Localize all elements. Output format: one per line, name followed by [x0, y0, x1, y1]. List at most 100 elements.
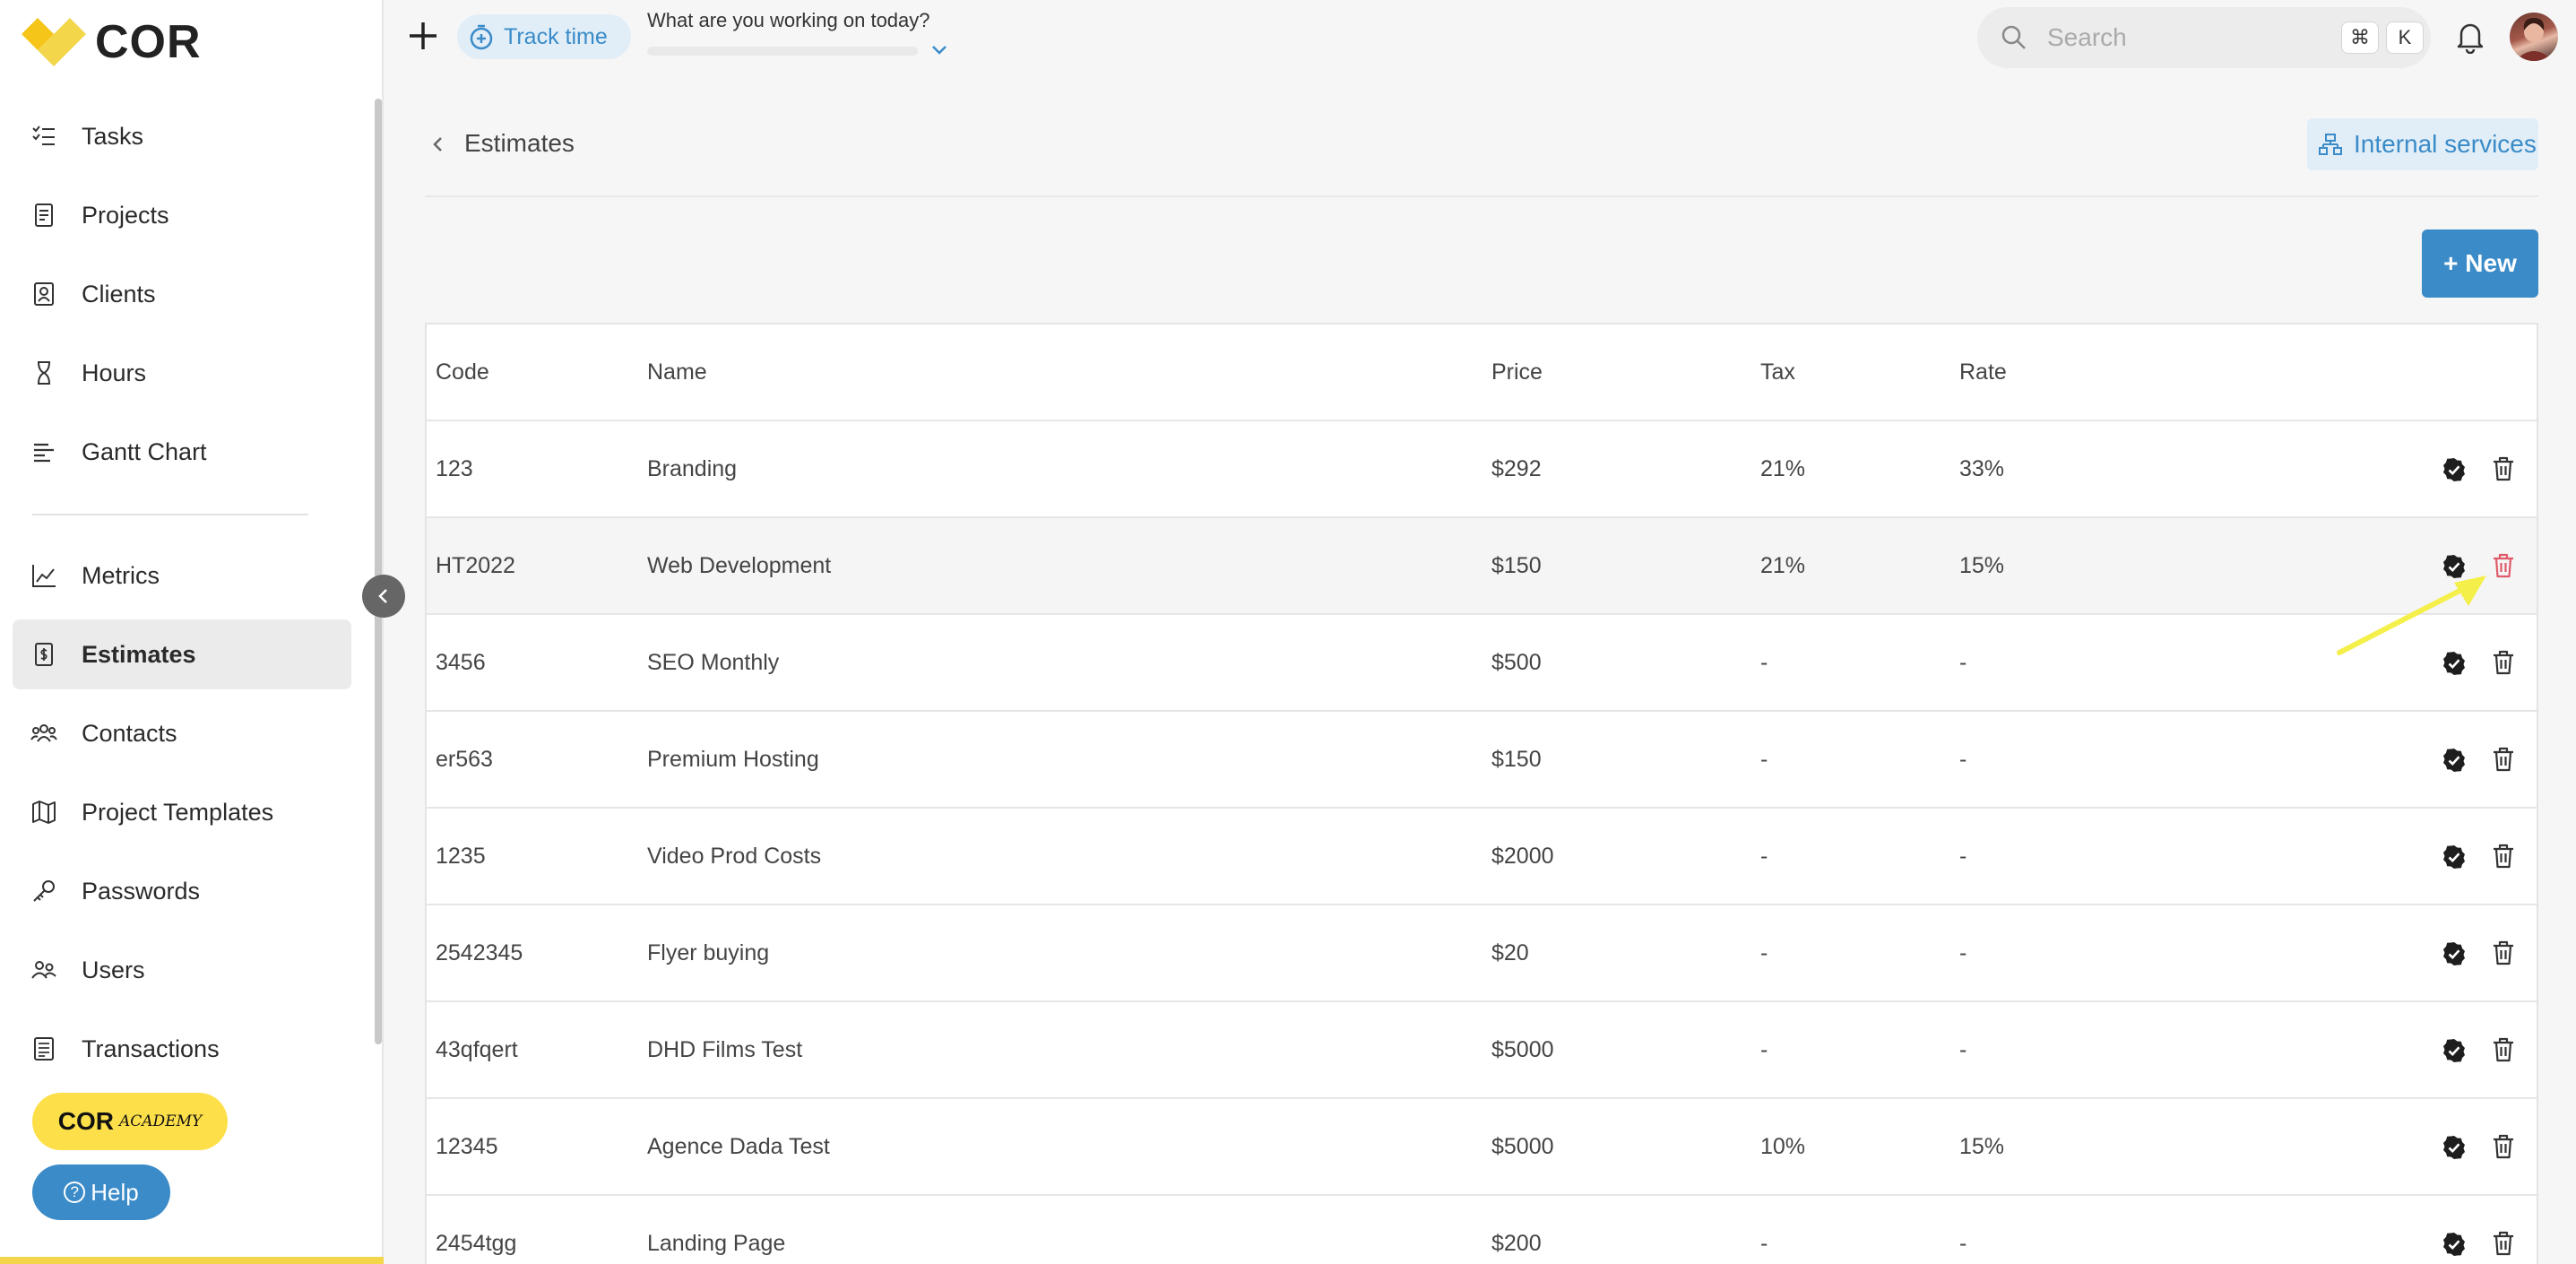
- help-label: Help: [91, 1178, 139, 1206]
- cell-code: HT2022: [436, 552, 515, 578]
- trash-icon[interactable]: [2492, 746, 2515, 773]
- trash-icon[interactable]: [2492, 1036, 2515, 1063]
- new-estimate-button[interactable]: + New: [2422, 229, 2538, 298]
- cell-tax: -: [1760, 1230, 1768, 1256]
- table-row[interactable]: 43qfqert DHD Films Test $5000 - -: [427, 1002, 2537, 1099]
- transactions-icon: [30, 1035, 57, 1062]
- table-header-row: Code Name Price Tax Rate: [427, 325, 2537, 421]
- annotation-arrow: [2337, 576, 2486, 655]
- cell-code: 2454tgg: [436, 1230, 517, 1256]
- cell-tax: -: [1760, 843, 1768, 869]
- sidebar-item-project-templates[interactable]: Project Templates: [13, 777, 351, 847]
- cell-name: Branding: [647, 455, 738, 481]
- avatar-portrait-icon: [2515, 18, 2553, 61]
- sidebar-item-tasks[interactable]: Tasks: [13, 101, 351, 171]
- collapse-sidebar-button[interactable]: [362, 575, 405, 618]
- cell-name: SEO Monthly: [647, 649, 780, 675]
- cell-name: Landing Page: [647, 1230, 786, 1256]
- sidebar-item-label: Users: [82, 956, 145, 983]
- verified-check-icon[interactable]: [2442, 844, 2467, 870]
- table-row[interactable]: er563 Premium Hosting $150 - -: [427, 712, 2537, 809]
- estimates-table: Code Name Price Tax Rate 123 Branding $292…: [425, 323, 2538, 1264]
- cell-code: er563: [436, 746, 493, 772]
- column-header-code[interactable]: Code: [436, 325, 489, 420]
- cell-tax: 10%: [1760, 1133, 1806, 1159]
- sidebar-scrollbar[interactable]: [375, 99, 382, 1044]
- metrics-icon: [30, 562, 57, 589]
- cell-price: $500: [1491, 649, 1542, 675]
- cell-tax: -: [1760, 939, 1768, 965]
- internal-services-button[interactable]: Internal services: [2307, 118, 2538, 170]
- cell-rate: -: [1959, 649, 1967, 675]
- table-row[interactable]: 123 Branding $292 21% 33%: [427, 421, 2537, 518]
- sidebar-item-contacts[interactable]: Contacts: [13, 698, 351, 768]
- trash-icon[interactable]: [2492, 1230, 2515, 1257]
- verified-check-icon[interactable]: [2442, 457, 2467, 482]
- working-on-input[interactable]: [647, 47, 918, 56]
- key-icon: [30, 878, 57, 905]
- verified-check-icon[interactable]: [2442, 1135, 2467, 1160]
- cell-code: 1235: [436, 843, 486, 869]
- bottom-accent-strip: [0, 1257, 384, 1264]
- chevron-down-icon[interactable]: [929, 41, 950, 59]
- chevron-left-icon: [378, 589, 387, 603]
- sidebar-item-hours[interactable]: Hours: [13, 338, 351, 408]
- cell-code: 43qfqert: [436, 1036, 518, 1062]
- column-header-tax[interactable]: Tax: [1760, 325, 1795, 420]
- trash-icon[interactable]: [2492, 939, 2515, 966]
- table-row[interactable]: 2454tgg Landing Page $200 - -: [427, 1196, 2537, 1264]
- cell-code: 3456: [436, 649, 486, 675]
- table-row[interactable]: 12345 Agence Dada Test $5000 10% 15%: [427, 1099, 2537, 1196]
- sidebar-item-gantt-chart[interactable]: Gantt Chart: [13, 417, 351, 487]
- cell-name: Web Development: [647, 552, 832, 578]
- cell-code: 2542345: [436, 939, 523, 965]
- cell-tax: -: [1760, 1036, 1768, 1062]
- trash-icon[interactable]: [2492, 843, 2515, 870]
- sidebar-item-label: Project Templates: [82, 798, 274, 826]
- header-divider: [425, 195, 2538, 197]
- nav-divider: [32, 514, 308, 515]
- table-row[interactable]: HT2022 Web Development $150 21% 15%: [427, 518, 2537, 615]
- notification-bell-icon[interactable]: [2454, 20, 2486, 54]
- sidebar-item-users[interactable]: Users: [13, 935, 351, 1005]
- add-button[interactable]: [405, 18, 441, 54]
- cor-logo[interactable]: COR: [18, 14, 202, 70]
- verified-check-icon[interactable]: [2442, 1038, 2467, 1063]
- sidebar-item-passwords[interactable]: Passwords: [13, 856, 351, 926]
- verified-check-icon[interactable]: [2442, 1232, 2467, 1257]
- sidebar-item-label: Metrics: [82, 561, 160, 589]
- sidebar-item-label: Hours: [82, 359, 147, 386]
- track-time-button[interactable]: Track time: [457, 14, 631, 59]
- cell-price: $150: [1491, 746, 1542, 772]
- cell-price: $5000: [1491, 1133, 1554, 1159]
- verified-check-icon[interactable]: [2442, 748, 2467, 773]
- sidebar-item-estimates[interactable]: Estimates: [13, 619, 351, 689]
- search-placeholder: Search: [2047, 23, 2127, 51]
- sidebar-item-projects[interactable]: Projects: [13, 180, 351, 250]
- academy-main-label: COR: [57, 1107, 114, 1135]
- cell-code: 12345: [436, 1133, 498, 1159]
- verified-check-icon[interactable]: [2442, 941, 2467, 966]
- trash-icon[interactable]: [2492, 455, 2515, 482]
- map-icon: [30, 799, 57, 826]
- cell-rate: -: [1959, 1230, 1967, 1256]
- table-row[interactable]: 2542345 Flyer buying $20 - -: [427, 905, 2537, 1002]
- trash-icon[interactable]: [2492, 1133, 2515, 1160]
- cor-academy-button[interactable]: COR ACADEMY: [32, 1093, 228, 1150]
- column-header-price[interactable]: Price: [1491, 325, 1543, 420]
- table-row[interactable]: 3456 SEO Monthly $500 - -: [427, 615, 2537, 712]
- column-header-rate[interactable]: Rate: [1959, 325, 2007, 420]
- hourglass-icon: [30, 359, 57, 386]
- shortcut-key-cmd: ⌘: [2341, 22, 2379, 54]
- back-chevron-icon[interactable]: [428, 133, 448, 156]
- table-row[interactable]: 1235 Video Prod Costs $2000 - -: [427, 809, 2537, 905]
- column-header-name[interactable]: Name: [647, 325, 707, 420]
- help-circle-icon: ?: [64, 1182, 86, 1203]
- sidebar-item-metrics[interactable]: Metrics: [13, 541, 351, 610]
- sidebar-item-transactions[interactable]: Transactions: [13, 1014, 351, 1084]
- help-button[interactable]: ? Help: [32, 1164, 170, 1220]
- search-input[interactable]: Search ⌘ K: [1977, 7, 2431, 68]
- clients-icon: [30, 281, 57, 307]
- sidebar-item-clients[interactable]: Clients: [13, 259, 351, 329]
- user-avatar[interactable]: [2510, 13, 2558, 61]
